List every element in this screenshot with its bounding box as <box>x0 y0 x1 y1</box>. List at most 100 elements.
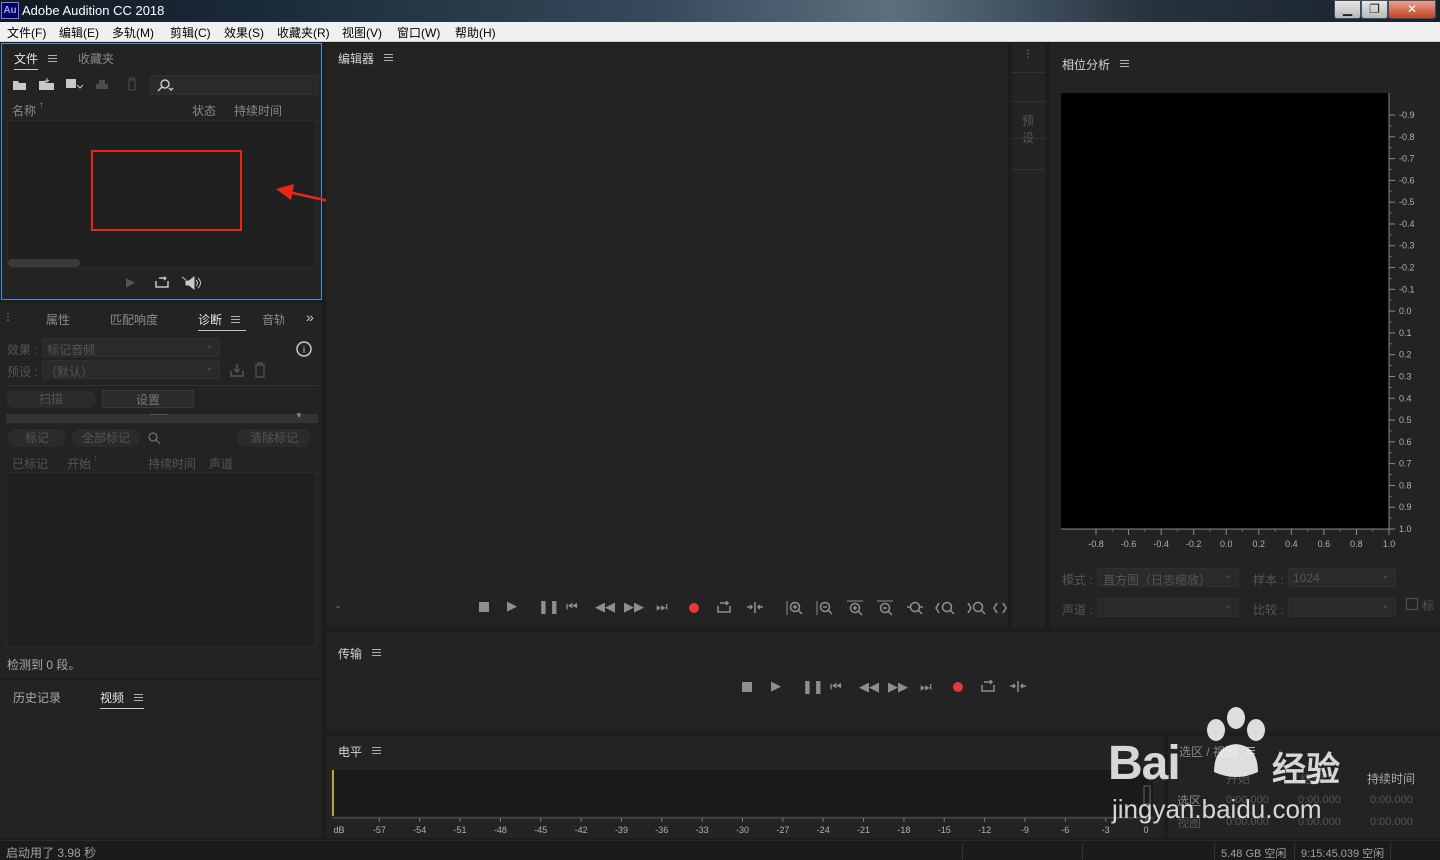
phase-y-tick-label: 0.5 <box>1399 415 1412 425</box>
preset-select[interactable]: （默认） ⌄ <box>42 360 220 379</box>
zoom-to-selection-icon[interactable] <box>147 431 161 445</box>
editor-panel-menu-icon[interactable] <box>384 54 393 61</box>
column-duration[interactable]: 持续时间 <box>234 102 282 119</box>
panel-grip-icon[interactable]: ⋮ <box>3 312 13 323</box>
phase-y-tick-label: 0.8 <box>1399 480 1412 490</box>
sample-select[interactable]: 1024 ⌄ <box>1288 568 1396 587</box>
phase-panel-menu-icon[interactable] <box>1120 60 1129 67</box>
skip-selection-icon[interactable] <box>1009 680 1027 693</box>
levels-panel-menu-icon[interactable] <box>372 747 381 754</box>
fast-forward-icon[interactable]: ▶▶ <box>888 679 908 695</box>
menu-clip[interactable]: 剪辑(C) <box>170 24 211 41</box>
loop-preview-icon[interactable] <box>154 276 170 289</box>
fast-forward-icon[interactable]: ▶▶ <box>624 599 644 615</box>
stop-icon[interactable] <box>479 602 489 612</box>
tab-history[interactable]: 历史记录 <box>13 689 61 706</box>
transport-panel-menu-icon[interactable] <box>372 649 381 656</box>
rewind-icon[interactable]: ◀◀ <box>595 599 615 615</box>
menu-file[interactable]: 文件(F) <box>7 24 46 41</box>
info-icon[interactable]: i <box>295 340 313 358</box>
zoom-in-at-end-icon[interactable] <box>966 600 988 616</box>
menu-window[interactable]: 窗口(W) <box>397 24 440 41</box>
column-status[interactable]: 状态 <box>192 102 216 119</box>
menu-multitrack[interactable]: 多轨(M) <box>112 24 154 41</box>
zoom-in-at-start-icon[interactable] <box>935 600 957 616</box>
loop-playback-icon[interactable] <box>980 680 996 693</box>
record-icon[interactable] <box>689 603 699 613</box>
play-preview-icon[interactable]: ▶ <box>126 275 135 289</box>
zoom-in-amplitude-icon[interactable] <box>786 600 804 616</box>
column-marked[interactable]: 已标记 <box>12 455 48 472</box>
clear-marks-button[interactable]: 清除标记 <box>237 429 311 447</box>
menu-view[interactable]: 视图(V) <box>342 24 382 41</box>
save-preset-icon[interactable] <box>229 362 245 378</box>
panel-grip-icon[interactable]: ⋮ <box>1023 49 1033 60</box>
menu-help[interactable]: 帮助(H) <box>455 24 496 41</box>
presets-label[interactable]: 预设 <box>1022 112 1045 146</box>
maximize-button[interactable]: ❐ <box>1361 0 1388 19</box>
autoplay-volume-icon[interactable] <box>181 276 203 290</box>
skip-selection-icon[interactable] <box>746 601 764 614</box>
zoom-to-selection-icon[interactable] <box>993 600 1007 616</box>
menu-effects[interactable]: 效果(S) <box>224 24 264 41</box>
effect-select[interactable]: 标记音频 ⌄ <box>42 338 220 357</box>
diagnostics-panel-menu-icon[interactable] <box>231 316 240 323</box>
scan-button[interactable]: 扫描 <box>6 390 96 408</box>
files-list-scrollbar[interactable] <box>8 259 80 267</box>
column-name[interactable]: 名称 <box>12 102 36 119</box>
menu-edit[interactable]: 编辑(E) <box>59 24 99 41</box>
tab-favorites[interactable]: 收藏夹 <box>78 50 114 67</box>
phase-x-tick-label: 0.2 <box>1253 539 1266 549</box>
menu-favorites[interactable]: 收藏夹(R) <box>277 24 330 41</box>
mode-select[interactable]: 直方图（日志缩放） ⌄ <box>1097 568 1239 587</box>
compare-select[interactable]: ⌄ <box>1288 598 1396 617</box>
phase-y-tick-label: 1.0 <box>1399 524 1412 534</box>
close-button[interactable]: ✕ <box>1388 0 1436 19</box>
mark-all-button[interactable]: 全部标记 <box>72 429 140 447</box>
channel-select[interactable]: ⌄ <box>1097 598 1239 617</box>
diagnostics-results-list[interactable] <box>6 472 317 647</box>
column-channel[interactable]: 声道 <box>209 455 233 472</box>
pause-icon[interactable]: ❚❚ <box>802 679 824 695</box>
meter-tick-label: -6 <box>1061 825 1069 835</box>
loop-playback-icon[interactable] <box>716 601 732 614</box>
zoom-out-full-icon[interactable] <box>906 600 924 616</box>
phase-x-tick-label: 0.6 <box>1318 539 1331 549</box>
zoom-out-time-icon[interactable] <box>876 600 894 616</box>
phase-x-tick-label: -0.2 <box>1186 539 1202 549</box>
go-to-start-icon[interactable]: ⏮ <box>566 599 578 615</box>
dropdown-triangle-icon[interactable]: ▼ <box>295 411 303 420</box>
zoom-in-time-icon[interactable] <box>846 600 864 616</box>
settings-button[interactable]: 设置 <box>102 390 194 408</box>
delete-preset-icon[interactable] <box>253 362 267 378</box>
files-search-input[interactable] <box>150 75 319 95</box>
tab-tracks[interactable]: 音轨 <box>262 311 284 328</box>
tab-properties[interactable]: 属性 <box>46 311 70 328</box>
history-panel-menu-icon[interactable] <box>134 694 143 701</box>
sort-ascending-icon: ↑ <box>93 453 98 464</box>
import-file-icon[interactable] <box>38 77 56 91</box>
go-to-end-icon[interactable]: ⏭ <box>920 679 932 695</box>
minimize-button[interactable]: ▁ <box>1334 0 1361 19</box>
mark-button[interactable]: 标记 <box>8 429 66 447</box>
go-to-start-icon[interactable]: ⏮ <box>830 679 842 695</box>
open-folder-icon[interactable] <box>12 78 28 91</box>
insert-into-multitrack-icon <box>96 80 108 89</box>
new-file-icon[interactable] <box>65 77 83 91</box>
pause-icon[interactable]: ❚❚ <box>538 599 560 615</box>
splitter-bar[interactable]: ········· ▼ <box>6 409 318 423</box>
column-start[interactable]: 开始 <box>67 455 91 472</box>
play-icon[interactable]: ▶ <box>771 678 781 694</box>
play-icon[interactable]: ▶ <box>507 598 517 614</box>
tab-files[interactable]: 文件 <box>14 50 39 70</box>
zoom-out-amplitude-icon[interactable] <box>816 600 834 616</box>
rewind-icon[interactable]: ◀◀ <box>859 679 879 695</box>
stop-icon[interactable] <box>742 682 752 692</box>
tab-match-loudness[interactable]: 匹配响度 <box>110 311 158 328</box>
record-icon[interactable] <box>953 682 963 692</box>
phase-checkbox[interactable] <box>1406 598 1418 610</box>
more-tabs-icon[interactable]: » <box>306 309 314 325</box>
files-panel-menu-icon[interactable] <box>48 55 57 62</box>
column-duration[interactable]: 持续时间 <box>148 455 196 472</box>
go-to-end-icon[interactable]: ⏭ <box>656 599 668 615</box>
